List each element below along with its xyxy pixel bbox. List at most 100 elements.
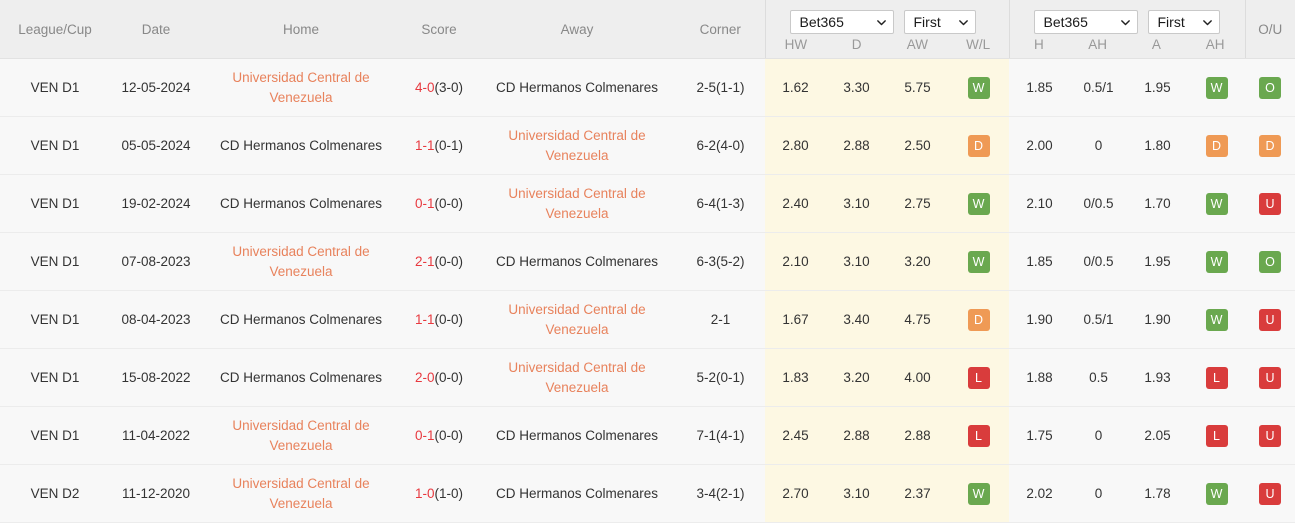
table-row[interactable]: VEN D1 19-02-2024 CD Hermanos Colmenares 0-… bbox=[0, 174, 1295, 233]
cell-odds-hw: 1.62 bbox=[765, 58, 826, 117]
table-header: League/Cup Date Home Score Away Corner B… bbox=[0, 0, 1295, 59]
away-team-link[interactable]: Universidad Central de Venezuela bbox=[482, 358, 672, 397]
cell-away: Universidad Central de Venezuela bbox=[478, 348, 676, 407]
score-link[interactable]: 1-1(0-0) bbox=[415, 312, 463, 327]
table-row[interactable]: VEN D1 11-04-2022 Universidad Central de V… bbox=[0, 406, 1295, 465]
cell-away: Universidad Central de Venezuela bbox=[478, 174, 676, 233]
sub-column-header-ah2: AH bbox=[1205, 37, 1225, 52]
cell-score: 0-1(0-0) bbox=[400, 174, 478, 233]
score-link[interactable]: 0-1(0-0) bbox=[415, 428, 463, 443]
cell-odds-aw: 3.20 bbox=[887, 232, 948, 291]
cell-odds-aw: 4.00 bbox=[887, 348, 948, 407]
cell-handicap-ah2: W bbox=[1188, 58, 1245, 117]
result-badge-ah: W bbox=[1205, 192, 1228, 215]
handicap-period-select[interactable]: First bbox=[1147, 10, 1220, 34]
table-body: VEN D1 12-05-2024 Universidad Central de V… bbox=[0, 58, 1295, 523]
result-badge-ah: W bbox=[1205, 76, 1228, 99]
cell-score: 2-1(0-0) bbox=[400, 232, 478, 291]
away-team-link[interactable]: Universidad Central de Venezuela bbox=[482, 126, 672, 165]
cell-corner: 6-4(1-3) bbox=[676, 174, 765, 233]
league-label: VEN D2 bbox=[30, 485, 80, 501]
chevron-down-icon bbox=[876, 17, 887, 28]
table-row[interactable]: VEN D2 11-12-2020 Universidad Central de V… bbox=[0, 464, 1295, 523]
result-badge-ou: U bbox=[1259, 308, 1281, 331]
cell-odds-hw: 2.70 bbox=[765, 464, 826, 523]
cell-handicap-ah1: 0 bbox=[1070, 464, 1127, 523]
odds-hw-value: 1.83 bbox=[782, 369, 809, 385]
home-team-link[interactable]: Universidad Central de Venezuela bbox=[206, 416, 396, 455]
cell-odds-hw: 2.45 bbox=[765, 406, 826, 465]
column-header-home: Home bbox=[202, 0, 400, 59]
sub-column-header-wl: W/L bbox=[966, 37, 991, 52]
odds-hw-value: 1.67 bbox=[782, 311, 809, 327]
cell-score: 1-1(0-1) bbox=[400, 116, 478, 175]
home-team-link[interactable]: Universidad Central de Venezuela bbox=[206, 68, 396, 107]
away-team-link[interactable]: Universidad Central de Venezuela bbox=[482, 184, 672, 223]
cell-odds-hw: 2.10 bbox=[765, 232, 826, 291]
cell-odds-d: 3.10 bbox=[826, 174, 887, 233]
result-badge-wl: L bbox=[967, 424, 990, 447]
score-link[interactable]: 1-0(1-0) bbox=[415, 486, 463, 501]
cell-ou: U bbox=[1245, 406, 1295, 465]
cell-date: 11-04-2022 bbox=[110, 406, 202, 465]
cell-handicap-a: 1.95 bbox=[1127, 58, 1188, 117]
table-row[interactable]: VEN D1 07-08-2023 Universidad Central de V… bbox=[0, 232, 1295, 291]
cell-odds-wl: D bbox=[948, 290, 1009, 349]
cell-odds-wl: L bbox=[948, 348, 1009, 407]
cell-corner: 5-2(0-1) bbox=[676, 348, 765, 407]
away-team-link: CD Hermanos Colmenares bbox=[495, 427, 659, 443]
result-badge-ah: L bbox=[1205, 366, 1228, 389]
handicap-period-value: First bbox=[1157, 14, 1185, 30]
handicap-a-value: 1.95 bbox=[1144, 253, 1171, 269]
table-row[interactable]: VEN D1 05-05-2024 CD Hermanos Colmenares 1-… bbox=[0, 116, 1295, 175]
date-label: 12-05-2024 bbox=[121, 79, 191, 95]
cell-odds-aw: 2.37 bbox=[887, 464, 948, 523]
cell-odds-hw: 2.40 bbox=[765, 174, 826, 233]
column-header-date: Date bbox=[110, 0, 202, 59]
cell-handicap-a: 2.05 bbox=[1127, 406, 1188, 465]
cell-odds-wl: D bbox=[948, 116, 1009, 175]
result-badge-ah: W bbox=[1205, 250, 1228, 273]
score-link[interactable]: 4-0(3-0) bbox=[415, 80, 463, 95]
score-link[interactable]: 1-1(0-1) bbox=[415, 138, 463, 153]
handicap-a-value: 1.80 bbox=[1144, 137, 1171, 153]
cell-date: 12-05-2024 bbox=[110, 58, 202, 117]
cell-date: 08-04-2023 bbox=[110, 290, 202, 349]
cell-ou: O bbox=[1245, 232, 1295, 291]
odds-aw-value: 2.75 bbox=[904, 195, 931, 211]
score-link[interactable]: 2-0(0-0) bbox=[415, 370, 463, 385]
cell-league: VEN D2 bbox=[0, 464, 110, 523]
home-team-link: CD Hermanos Colmenares bbox=[219, 195, 383, 211]
handicap-line-value: 0.5/1 bbox=[1083, 79, 1114, 95]
odds-hw-value: 2.40 bbox=[782, 195, 809, 211]
cell-handicap-h: 1.85 bbox=[1009, 232, 1070, 291]
date-label: 05-05-2024 bbox=[121, 137, 191, 153]
chevron-down-icon bbox=[1202, 17, 1213, 28]
odds-bookmaker-select[interactable]: Bet365 bbox=[789, 10, 894, 34]
away-team-link[interactable]: Universidad Central de Venezuela bbox=[482, 300, 672, 339]
cell-odds-wl: W bbox=[948, 174, 1009, 233]
result-badge-wl: D bbox=[967, 134, 990, 157]
table-row[interactable]: VEN D1 08-04-2023 CD Hermanos Colmenares 1-… bbox=[0, 290, 1295, 349]
handicap-h-value: 1.90 bbox=[1026, 311, 1053, 327]
odds-period-select[interactable]: First bbox=[903, 10, 976, 34]
sub-column-header-h: H bbox=[1034, 37, 1044, 52]
cell-handicap-h: 2.10 bbox=[1009, 174, 1070, 233]
handicap-bookmaker-select[interactable]: Bet365 bbox=[1033, 10, 1138, 34]
table-row[interactable]: VEN D1 12-05-2024 Universidad Central de V… bbox=[0, 58, 1295, 117]
cell-away: CD Hermanos Colmenares bbox=[478, 406, 676, 465]
score-fulltime: 2-1 bbox=[414, 253, 435, 269]
home-team-link: CD Hermanos Colmenares bbox=[219, 137, 383, 153]
home-team-link[interactable]: Universidad Central de Venezuela bbox=[206, 242, 396, 281]
result-badge-ah: D bbox=[1205, 134, 1228, 157]
corner-label: 6-2(4-0) bbox=[696, 137, 745, 153]
cell-league: VEN D1 bbox=[0, 58, 110, 117]
odds-aw-value: 4.75 bbox=[904, 311, 931, 327]
table-row[interactable]: VEN D1 15-08-2022 CD Hermanos Colmenares 2-… bbox=[0, 348, 1295, 407]
home-team-link: CD Hermanos Colmenares bbox=[219, 311, 383, 327]
score-link[interactable]: 0-1(0-0) bbox=[415, 196, 463, 211]
score-link[interactable]: 2-1(0-0) bbox=[415, 254, 463, 269]
cell-score: 1-0(1-0) bbox=[400, 464, 478, 523]
home-team-link[interactable]: Universidad Central de Venezuela bbox=[206, 474, 396, 513]
score-halftime: (0-0) bbox=[434, 311, 464, 327]
